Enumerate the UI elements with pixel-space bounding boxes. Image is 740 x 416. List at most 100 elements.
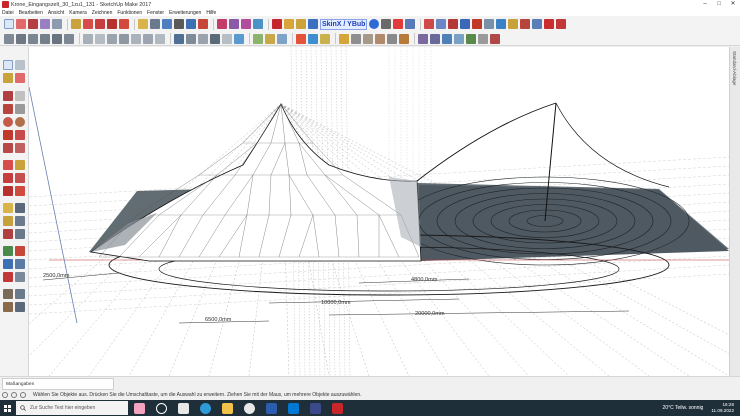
hidden-line-style-icon[interactable] [119, 33, 129, 44]
word-icon[interactable] [266, 402, 277, 414]
move-tool-icon[interactable] [3, 160, 13, 170]
sandbox-stamp-icon[interactable] [265, 33, 275, 44]
skinx-plugin-label[interactable]: SkinX / YBub [320, 18, 368, 30]
orbit-tool-icon[interactable] [174, 19, 184, 29]
line-tool-icon[interactable] [3, 91, 13, 101]
rotate-tool-icon[interactable] [95, 19, 105, 29]
chrome-icon[interactable] [244, 402, 255, 414]
plugin-a-icon[interactable] [424, 19, 435, 29]
rotate-tool-icon[interactable] [3, 173, 13, 183]
scale-tool-icon[interactable] [107, 19, 117, 29]
sandbox-drape-icon[interactable] [277, 33, 287, 44]
text-tool-icon[interactable] [15, 216, 25, 226]
wireframe-style-icon[interactable] [107, 33, 117, 44]
scene-icon[interactable] [308, 33, 318, 44]
backedges-style-icon[interactable] [95, 33, 105, 44]
material-icon[interactable] [296, 33, 306, 44]
widget-icon[interactable] [134, 402, 145, 414]
fog-icon[interactable] [222, 33, 232, 44]
pushpull-tool-icon[interactable] [71, 19, 81, 29]
left-view-icon[interactable] [64, 33, 74, 44]
plugin-l-icon[interactable] [556, 19, 567, 29]
send-to-layout-icon[interactable] [241, 19, 251, 29]
tent-icon[interactable] [418, 33, 428, 44]
layer-icon[interactable] [320, 33, 330, 44]
look-around-icon[interactable] [15, 289, 25, 299]
flatten-icon[interactable] [399, 33, 409, 44]
protractor-icon[interactable] [3, 216, 13, 226]
tree-icon[interactable] [466, 33, 476, 44]
select-tool-icon[interactable] [4, 19, 14, 29]
iso-view-icon[interactable] [4, 33, 14, 44]
plugin-e-icon[interactable] [472, 19, 483, 29]
3d-text-icon[interactable] [15, 229, 25, 239]
follow-me-icon[interactable] [15, 173, 25, 183]
minimize-icon[interactable]: – [698, 0, 712, 9]
arc-tool-icon[interactable] [40, 19, 50, 29]
textured-style-icon[interactable] [143, 33, 153, 44]
front-view-icon[interactable] [28, 33, 38, 44]
mail-icon[interactable] [288, 402, 299, 414]
unfold-icon[interactable] [387, 33, 397, 44]
plugin-d-icon[interactable] [460, 19, 471, 29]
plugin-h-icon[interactable] [508, 19, 519, 29]
credits-icon[interactable] [11, 392, 17, 398]
ybub-icon[interactable] [369, 19, 380, 29]
share-model-icon[interactable] [253, 19, 263, 29]
shadows-icon[interactable] [210, 33, 220, 44]
back-view-icon[interactable] [52, 33, 62, 44]
walk-tool-icon[interactable] [3, 302, 13, 312]
default-tray[interactable]: Standard-Ablage [729, 47, 740, 376]
section-cut-icon[interactable] [198, 33, 208, 44]
weather-widget[interactable]: 20°C Teilw. sonnig [663, 405, 704, 411]
play-icon[interactable] [381, 19, 392, 29]
paint-tool-icon[interactable] [3, 73, 13, 83]
menu-datei[interactable]: Datei [2, 10, 14, 16]
previous-view-icon[interactable] [15, 272, 25, 282]
pan-tool-icon[interactable] [15, 246, 25, 256]
xray-style-icon[interactable] [83, 33, 93, 44]
zoom-tool-icon[interactable] [186, 19, 196, 29]
right-view-icon[interactable] [40, 33, 50, 44]
start-button[interactable] [0, 400, 14, 416]
joint-push-pull-icon[interactable] [454, 33, 464, 44]
top-view-icon[interactable] [16, 33, 26, 44]
drawing-viewport[interactable]: 2500,0mm 4800,0mm 10000,0mm 20000,0mm 65… [29, 47, 729, 376]
menu-zeichnen[interactable]: Zeichnen [92, 10, 113, 16]
offset-tool-icon[interactable] [119, 19, 129, 29]
two-point-arc-icon[interactable] [15, 130, 25, 140]
eraser-tool-icon[interactable] [16, 19, 26, 29]
shapes-tool-icon[interactable] [52, 19, 62, 29]
shaded-style-icon[interactable] [131, 33, 141, 44]
rotated-rect-icon[interactable] [15, 104, 25, 114]
shape-bender-icon[interactable] [490, 33, 500, 44]
zoom-window-icon[interactable] [15, 259, 25, 269]
taskbar-search[interactable]: Zur Suche Text hier eingeben [16, 401, 128, 415]
user-icon[interactable] [20, 392, 26, 398]
plugin-f-icon[interactable] [484, 19, 495, 29]
curviloft-icon[interactable] [442, 33, 452, 44]
menu-funktionen[interactable]: Funktionen [117, 10, 142, 16]
edge-icon[interactable] [200, 402, 211, 414]
sun-icon[interactable] [339, 33, 349, 44]
monochrome-style-icon[interactable] [155, 33, 165, 44]
weld-icon[interactable] [375, 33, 385, 44]
axes-tool-icon[interactable] [3, 229, 13, 239]
measurements-box[interactable]: Maßangaben [2, 378, 114, 390]
plugin-k-icon[interactable] [544, 19, 555, 29]
record-icon[interactable] [393, 19, 404, 29]
freehand-tool-icon[interactable] [15, 91, 25, 101]
grid-icon[interactable] [478, 33, 488, 44]
menu-ansicht[interactable]: Ansicht [48, 10, 64, 16]
mailbird-icon[interactable] [310, 402, 321, 414]
extension-warehouse-icon[interactable] [229, 19, 239, 29]
fredo-icon[interactable] [430, 33, 440, 44]
menu-fenster[interactable]: Fenster [147, 10, 164, 16]
zoom-extents-icon[interactable] [3, 272, 13, 282]
arc-tool-icon[interactable] [3, 130, 13, 140]
ruby-console-icon[interactable] [272, 19, 282, 29]
sandbox-icon[interactable] [308, 19, 318, 29]
position-camera-icon[interactable] [3, 289, 13, 299]
paint-bucket-icon[interactable] [162, 19, 172, 29]
plugin-b-icon[interactable] [436, 19, 447, 29]
